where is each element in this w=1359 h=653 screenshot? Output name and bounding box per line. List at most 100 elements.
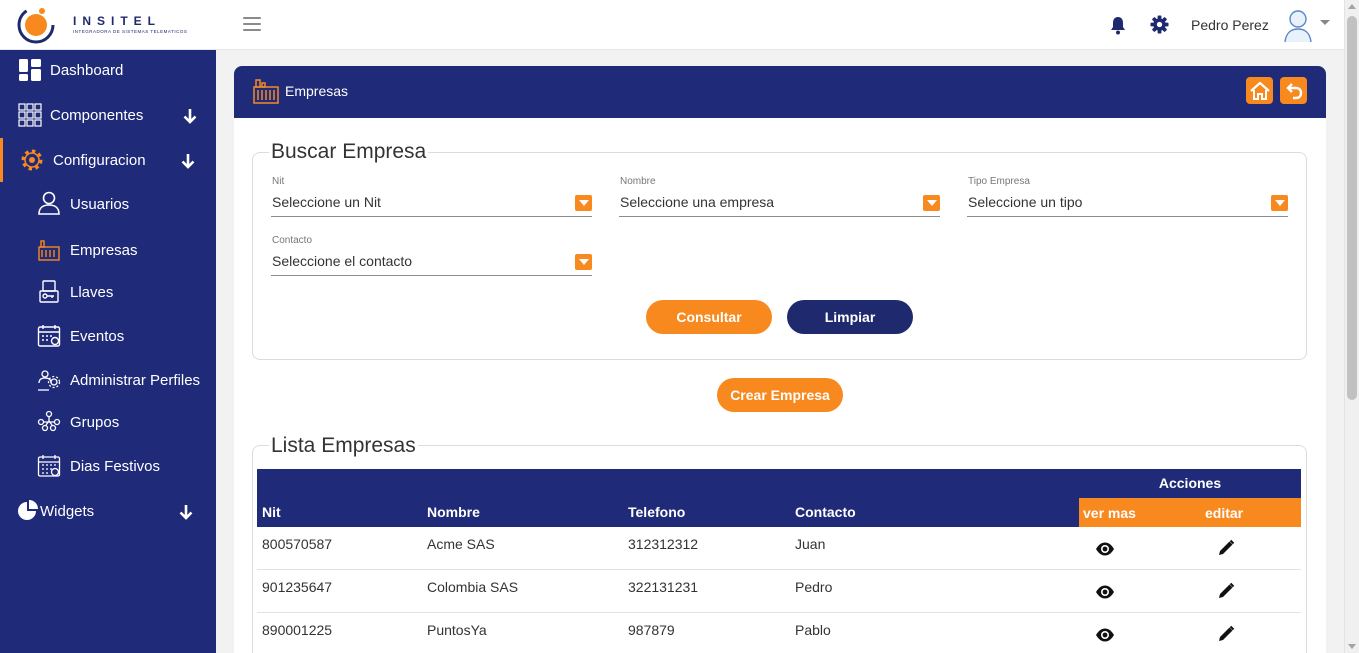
sidebar-item-label: Administrar Perfiles bbox=[70, 372, 201, 389]
page-scrollbar[interactable] bbox=[1344, 0, 1359, 653]
cell-telefono: 322131231 bbox=[628, 579, 699, 595]
dropdown-arrow-icon[interactable] bbox=[1271, 195, 1288, 211]
sidebar-item-label: Usuarios bbox=[70, 196, 130, 213]
dropdown-arrow-icon[interactable] bbox=[575, 254, 592, 270]
sidebar-item-widgets[interactable]: Widgets bbox=[0, 491, 216, 531]
scroll-up-arrow-icon[interactable] bbox=[1348, 4, 1356, 9]
cell-contacto: Pablo bbox=[795, 622, 831, 638]
column-header-contacto[interactable]: Contacto bbox=[795, 504, 856, 520]
view-eye-icon[interactable] bbox=[1095, 584, 1115, 600]
sidebar-item-label: Componentes bbox=[50, 107, 144, 124]
pie-chart-icon bbox=[18, 500, 38, 520]
keys-icon bbox=[39, 280, 59, 303]
settings-gear-icon[interactable] bbox=[1150, 15, 1169, 34]
field-value: Seleccione un tipo bbox=[968, 194, 1083, 210]
sidebar-item-empresas[interactable]: Empresas bbox=[0, 230, 216, 270]
user-name[interactable]: Pedro Perez bbox=[1191, 17, 1269, 33]
sidebar-item-usuarios[interactable]: Usuarios bbox=[0, 184, 216, 224]
cell-contacto: Juan bbox=[795, 536, 826, 552]
sidebar-item-componentes[interactable]: Componentes bbox=[0, 95, 216, 135]
scroll-thumb[interactable] bbox=[1347, 16, 1357, 400]
sidebar-item-configuracion[interactable]: Configuracion bbox=[0, 140, 216, 180]
cell-nombre: PuntosYa bbox=[427, 622, 487, 638]
sidebar-item-dias-festivos[interactable]: Dias Festivos bbox=[0, 446, 216, 486]
field-underline bbox=[619, 216, 940, 217]
notifications-bell-icon[interactable] bbox=[1108, 15, 1128, 35]
column-header-ver-mas: ver mas bbox=[1083, 505, 1136, 521]
home-icon bbox=[1249, 81, 1270, 100]
sidebar-item-label: Eventos bbox=[70, 328, 125, 345]
factory-icon bbox=[253, 79, 279, 104]
contacto-select[interactable]: Contacto Seleccione el contacto bbox=[271, 235, 593, 285]
sidebar-item-llaves[interactable]: Llaves bbox=[0, 272, 216, 312]
logo-mark-icon bbox=[17, 6, 55, 44]
cell-nit: 901235647 bbox=[262, 579, 333, 595]
edit-pencil-icon[interactable] bbox=[1216, 582, 1236, 600]
cell-telefono: 987879 bbox=[628, 622, 675, 638]
gear-icon bbox=[21, 149, 43, 171]
column-header-acciones: Acciones bbox=[1158, 475, 1222, 491]
consultar-button[interactable]: Consultar bbox=[646, 300, 772, 334]
acciones-subheader: ver mas editar bbox=[1079, 498, 1301, 527]
edit-pencil-icon[interactable] bbox=[1216, 625, 1236, 643]
field-label: Tipo Empresa bbox=[968, 176, 1030, 187]
field-label: Contacto bbox=[272, 235, 313, 246]
return-arrow-icon bbox=[1285, 82, 1302, 99]
table-row: 890001225 PuntosYa 987879 Pablo bbox=[257, 613, 1301, 653]
sidebar-item-label: Dashboard bbox=[50, 62, 124, 79]
home-button[interactable] bbox=[1246, 77, 1273, 104]
insitel-logo[interactable]: INSITEL INTEGRADORA DE SISTEMAS TELEMATI… bbox=[15, 5, 187, 45]
scroll-down-arrow-icon[interactable] bbox=[1348, 644, 1356, 649]
nit-select[interactable]: Nit Seleccione un Nit bbox=[271, 176, 593, 226]
field-underline bbox=[967, 216, 1288, 217]
column-header-nit[interactable]: Nit bbox=[262, 504, 281, 520]
logo-text: INSITEL bbox=[73, 14, 162, 28]
user-icon bbox=[38, 191, 60, 215]
sidebar-item-eventos[interactable]: Eventos bbox=[0, 316, 216, 356]
dropdown-arrow-icon[interactable] bbox=[575, 195, 592, 211]
sidebar-item-label: Configuracion bbox=[53, 152, 146, 169]
column-header-editar: editar bbox=[1205, 505, 1244, 521]
crear-empresa-button[interactable]: Crear Empresa bbox=[717, 378, 843, 412]
factory-icon bbox=[38, 240, 60, 261]
tipo-empresa-select[interactable]: Tipo Empresa Seleccione un tipo bbox=[967, 176, 1289, 226]
page-title: Empresas bbox=[285, 83, 349, 99]
list-legend: Lista Empresas bbox=[269, 434, 418, 458]
back-button[interactable] bbox=[1280, 77, 1307, 104]
sidebar-item-grupos[interactable]: Grupos bbox=[0, 402, 216, 442]
edit-pencil-icon[interactable] bbox=[1216, 539, 1236, 557]
dashboard-icon bbox=[19, 59, 41, 81]
menu-toggle-icon[interactable] bbox=[243, 17, 261, 31]
field-value: Seleccione el contacto bbox=[272, 253, 413, 269]
search-legend: Buscar Empresa bbox=[269, 140, 429, 164]
sidebar: Dashboard Componentes Configuracion Usua… bbox=[0, 50, 216, 653]
nombre-select[interactable]: Nombre Seleccione una empresa bbox=[619, 176, 941, 226]
user-avatar-icon[interactable] bbox=[1283, 7, 1313, 43]
field-underline bbox=[271, 275, 592, 276]
column-header-telefono[interactable]: Telefono bbox=[628, 504, 685, 520]
sidebar-item-administrar-perfiles[interactable]: Administrar Perfiles bbox=[0, 360, 216, 400]
cell-nombre: Colombia SAS bbox=[427, 579, 519, 595]
view-eye-icon[interactable] bbox=[1095, 541, 1115, 557]
sidebar-item-label: Dias Festivos bbox=[70, 458, 161, 475]
table-header: Nit Nombre Telefono Contacto Acciones ve… bbox=[257, 469, 1301, 527]
limpiar-button[interactable]: Limpiar bbox=[787, 300, 913, 334]
table-row: 800570587 Acme SAS 312312312 Juan bbox=[257, 527, 1301, 570]
profiles-icon bbox=[38, 370, 61, 391]
view-eye-icon[interactable] bbox=[1095, 627, 1115, 643]
field-label: Nombre bbox=[620, 176, 656, 187]
field-underline bbox=[271, 216, 592, 217]
top-bar: INSITEL INTEGRADORA DE SISTEMAS TELEMATI… bbox=[0, 0, 1344, 50]
cell-nit: 890001225 bbox=[262, 622, 333, 638]
sidebar-item-dashboard[interactable]: Dashboard bbox=[0, 50, 216, 90]
grid-icon bbox=[18, 103, 42, 127]
column-header-nombre[interactable]: Nombre bbox=[427, 504, 480, 520]
table-row: 901235647 Colombia SAS 322131231 Pedro bbox=[257, 570, 1301, 613]
dropdown-arrow-icon[interactable] bbox=[923, 195, 940, 211]
cell-nombre: Acme SAS bbox=[427, 536, 495, 552]
sidebar-item-label: Llaves bbox=[70, 284, 114, 301]
cell-telefono: 312312312 bbox=[628, 536, 699, 552]
cell-nit: 800570587 bbox=[262, 536, 333, 552]
groups-icon bbox=[37, 410, 61, 432]
user-menu-caret-icon[interactable] bbox=[1320, 20, 1330, 25]
